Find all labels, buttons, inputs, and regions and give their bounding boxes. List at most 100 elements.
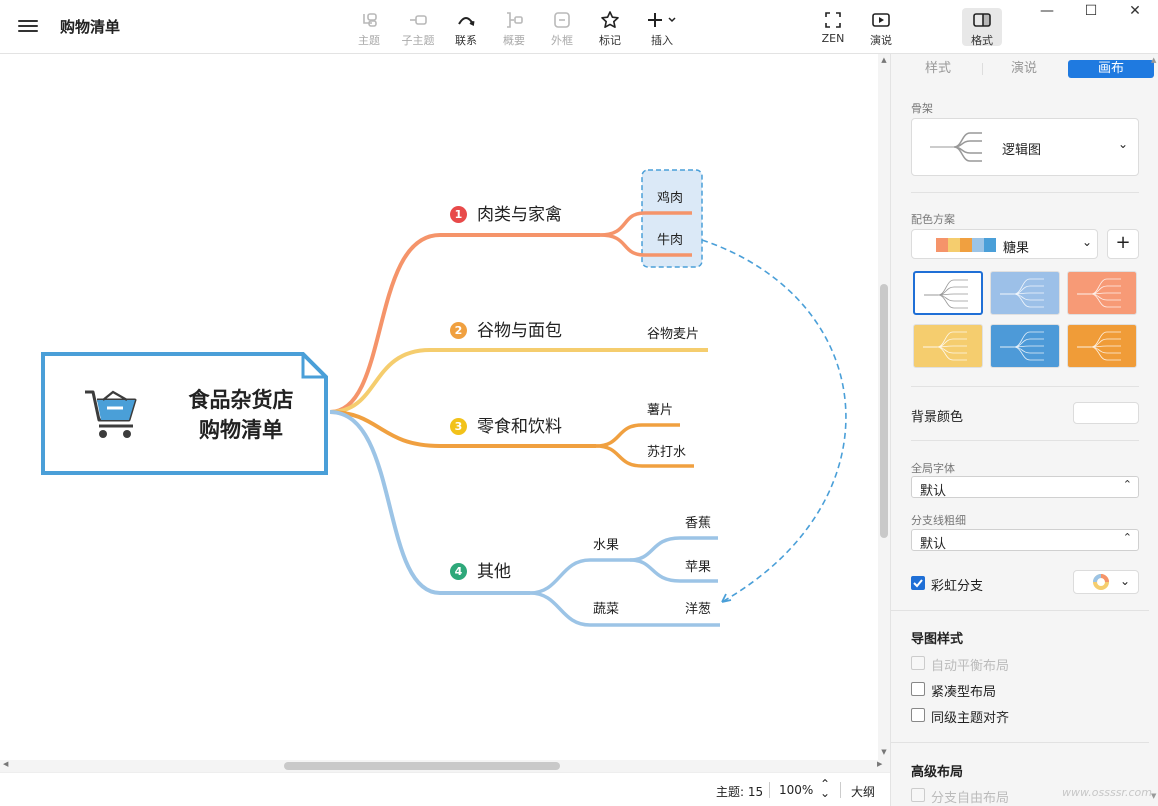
format-panel-button[interactable]: 格式 [962, 8, 1002, 47]
zen-label: ZEN [821, 32, 845, 45]
panel-divider [911, 192, 1139, 193]
updown-arrow-icon: ⌃ [1122, 531, 1132, 544]
zoom-stepper-icon[interactable]: ⌃ ⌄ [820, 778, 830, 799]
mindmap-canvas[interactable]: 食品杂货店 购物清单 1 肉类与家禽 2 谷物与面包 3 零食和饮料 4 其他 鸡肉 牛… [0, 54, 878, 760]
branch-1-topic[interactable]: 1 肉类与家禽 [450, 200, 562, 225]
branch-4-topic[interactable]: 4 其他 [450, 557, 511, 582]
present-button[interactable]: 演说 [855, 8, 907, 48]
leaf-topic-cereal[interactable]: 谷物麦片 [647, 323, 699, 342]
leaf-topic-apple[interactable]: 苹果 [685, 556, 711, 575]
scroll-up-arrow-icon[interactable]: ▲ [1151, 56, 1156, 64]
scroll-up-arrow-icon[interactable]: ▲ [879, 56, 889, 64]
theme-preview-card[interactable] [1067, 271, 1137, 315]
tab-style[interactable]: 样式 [895, 60, 981, 78]
add-color-scheme-button[interactable]: + [1107, 229, 1139, 259]
chevron-down-icon: ⌄ [1118, 137, 1129, 151]
topic-icon [343, 10, 395, 30]
subtopic-button[interactable]: 子主题 [392, 8, 444, 48]
canvas-vertical-scrollbar[interactable]: ▲ ▼ [878, 54, 890, 760]
marker-button[interactable]: 标记 [584, 8, 636, 48]
global-font-select[interactable]: 默认 ⌃ [911, 476, 1139, 499]
align-siblings-checkbox[interactable] [911, 708, 925, 722]
scroll-right-arrow-icon[interactable]: ▶ [877, 760, 882, 768]
relationship-button[interactable]: 联系 [440, 8, 492, 48]
leaf-topic-soda[interactable]: 苏打水 [647, 441, 686, 460]
rainbow-branch-checkbox[interactable] [911, 576, 925, 590]
chevron-down-icon: ⌄ [1120, 574, 1131, 588]
map-style-heading: 导图样式 [911, 632, 964, 647]
branch-2-label: 谷物与面包 [477, 321, 562, 341]
branch-2-topic[interactable]: 2 谷物与面包 [450, 316, 562, 341]
theme-preview-card[interactable] [913, 271, 983, 315]
boundary-icon [536, 10, 588, 30]
skeleton-value: 逻辑图 [1002, 143, 1042, 158]
boundary-button[interactable]: 外框 [536, 8, 588, 48]
theme-preview-card[interactable] [990, 271, 1060, 315]
relationship-line [701, 239, 847, 603]
branch-3-topic[interactable]: 3 零食和饮料 [450, 412, 562, 437]
tab-canvas[interactable]: 画布 [1068, 60, 1154, 78]
insert-button[interactable]: 插入 [636, 8, 688, 48]
outline-button[interactable]: 大纲 [851, 783, 875, 800]
group-topic-fruit[interactable]: 水果 [593, 534, 619, 553]
status-divider [769, 782, 770, 798]
leaf-topic-beef[interactable]: 牛肉 [657, 229, 683, 248]
global-font-value: 默认 [920, 484, 947, 499]
theme-preview-card[interactable] [1067, 324, 1137, 368]
theme-preview-card[interactable] [913, 324, 983, 368]
branch-width-select[interactable]: 默认 ⌃ [911, 529, 1139, 552]
vertical-scroll-thumb[interactable] [880, 284, 888, 538]
boundary-label: 外框 [551, 34, 573, 47]
theme-preview-card[interactable] [990, 324, 1060, 368]
hamburger-menu-icon[interactable] [18, 17, 38, 35]
subtopic-icon [392, 10, 444, 30]
present-icon [855, 10, 907, 30]
rainbow-color-dropdown[interactable]: ⌄ [1073, 570, 1139, 594]
free-layout-checkbox[interactable] [911, 788, 925, 802]
branch-width-label: 分支线粗细 [911, 514, 966, 527]
leaf-topic-onion[interactable]: 洋葱 [685, 598, 711, 617]
global-font-label: 全局字体 [911, 462, 955, 475]
selection-box [641, 169, 703, 268]
summary-button[interactable]: 概要 [488, 8, 540, 48]
align-siblings-label: 同级主题对齐 [931, 711, 1010, 726]
group-topic-vegetable[interactable]: 蔬菜 [593, 598, 619, 617]
zoom-level[interactable]: 100% [779, 783, 813, 797]
topic-button[interactable]: 主题 [343, 8, 395, 48]
color-swatch [948, 238, 960, 252]
color-scheme-value: 糖果 [1003, 241, 1030, 256]
branch-4-number-badge: 4 [450, 563, 467, 580]
leaf-topic-chicken[interactable]: 鸡肉 [657, 187, 683, 206]
skeleton-dropdown[interactable]: 逻辑图 ⌄ [911, 118, 1139, 176]
auto-balance-checkbox[interactable] [911, 656, 925, 670]
minimize-button[interactable]: — [1027, 3, 1067, 23]
free-layout-label: 分支自由布局 [931, 791, 1010, 806]
relationship-label: 联系 [455, 34, 477, 47]
color-scheme-label: 配色方案 [911, 213, 955, 226]
tab-presentation[interactable]: 演说 [981, 60, 1067, 78]
topic-label: 主题 [358, 34, 380, 47]
maximize-button[interactable]: ☐ [1071, 3, 1111, 23]
branch-width-value: 默认 [920, 537, 947, 552]
compact-layout-checkbox[interactable] [911, 682, 925, 696]
summary-label: 概要 [503, 34, 525, 47]
canvas-horizontal-scrollbar[interactable]: ◀ ▶ [0, 760, 890, 772]
scroll-down-arrow-icon[interactable]: ▼ [879, 748, 889, 756]
leaf-topic-banana[interactable]: 香蕉 [685, 512, 711, 531]
fullscreen-icon [807, 10, 859, 30]
color-scheme-dropdown[interactable]: 糖果 ⌄ [911, 229, 1098, 259]
panel-scrollbar[interactable]: ▲ ▼ [1149, 54, 1158, 806]
color-swatch [984, 238, 996, 252]
horizontal-scroll-thumb[interactable] [284, 762, 560, 770]
zen-mode-button[interactable]: ZEN [807, 8, 859, 48]
bg-color-swatch[interactable] [1073, 402, 1139, 424]
logic-chart-icon [930, 132, 982, 162]
format-label: 格式 [971, 34, 993, 47]
branch-1-label: 肉类与家禽 [477, 205, 562, 225]
plus-icon [636, 10, 688, 30]
central-topic[interactable]: 食品杂货店 购物清单 [41, 352, 328, 475]
leaf-topic-chips[interactable]: 薯片 [647, 399, 673, 418]
branch-4-label: 其他 [477, 562, 511, 582]
scroll-left-arrow-icon[interactable]: ◀ [3, 760, 8, 768]
close-button[interactable]: ✕ [1115, 3, 1155, 23]
